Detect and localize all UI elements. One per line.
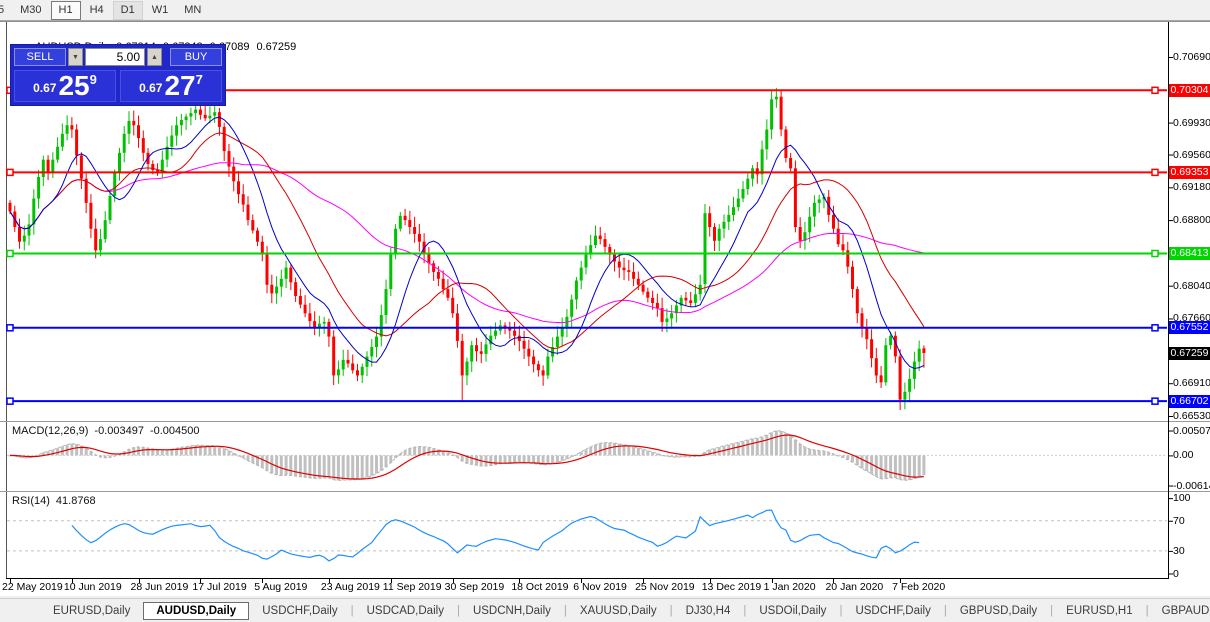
date-label: 5 Aug 2019 (254, 581, 308, 593)
y-axis-tick-label: 0.68040 (1173, 279, 1210, 292)
macd-indicator (7, 430, 1167, 481)
ma-slow-line (9, 162, 925, 324)
sell-button[interactable]: SELL (14, 48, 66, 66)
y-axis-tick-label: 0.69180 (1173, 181, 1210, 194)
date-label: 7 Feb 2020 (892, 581, 946, 593)
ma-mid-line (9, 132, 925, 350)
y-axis-tick-label: 0.66910 (1173, 377, 1210, 390)
volume-input[interactable] (85, 48, 145, 66)
rsi-label: RSI(14) 41.8768 (12, 495, 102, 507)
macd-value-main: -0.003497 (94, 425, 144, 437)
y-axis-tick-label: 0.69930 (1173, 116, 1210, 129)
date-label: 13 Dec 2019 (701, 581, 762, 593)
bid-quote-button[interactable]: 0.67 25 9 (14, 70, 116, 102)
y-axis-tick-label: 0.70690 (1173, 51, 1210, 63)
date-label: 18 Oct 2019 (511, 581, 569, 593)
volume-increase-button[interactable]: ▲ (147, 48, 162, 66)
rsi-axis-label: 70 (1173, 514, 1185, 527)
y-axis-tick-label: 0.68800 (1173, 214, 1210, 227)
time-axis-line (6, 578, 1169, 579)
rsi-title: RSI(14) (12, 495, 50, 507)
price-level-badge: 0.70304 (1169, 83, 1210, 97)
trading-terminal: 5M30H1H4D1W1MN ▲AUDUSD,Daily0.673140.673… (0, 0, 1210, 622)
ask-price-prefix: 0.67 (139, 81, 163, 95)
pane-separator-rsi[interactable] (0, 491, 1210, 492)
ohlc-close: 0.67259 (256, 41, 297, 53)
chart-tab-bar: EURUSD,Daily AUDUSD,Daily USDCHF,Daily | USD… (0, 598, 1210, 622)
date-label: 23 Aug 2019 (320, 581, 380, 593)
chart-tab-usdcnh-daily[interactable]: USDCNH,Daily (460, 602, 564, 620)
date-label: 28 Jun 2019 (130, 581, 189, 593)
rsi-line (71, 509, 920, 562)
macd-axis-label: 0.00 (1173, 449, 1194, 462)
buy-button[interactable]: BUY (170, 48, 222, 66)
volume-decrease-button[interactable]: ▼ (68, 48, 83, 66)
price-level-badge: 0.67552 (1169, 321, 1210, 335)
chart-tab-eurusd-h1[interactable]: EURUSD,H1 (1053, 602, 1145, 620)
date-label: 20 Jan 2020 (825, 581, 884, 593)
macd-axis-label: -0.006148 (1173, 479, 1210, 492)
chart-tab-eurusd-daily[interactable]: EURUSD,Daily (40, 602, 143, 620)
date-label: 30 Sep 2019 (444, 581, 505, 593)
macd-label: MACD(12,26,9) -0.003497 -0.004500 (12, 425, 206, 437)
ask-price-pip: 7 (195, 72, 203, 87)
chart-tab-gbpusd-daily[interactable]: GBPUSD,Daily (947, 602, 1050, 620)
date-label: 11 Sep 2019 (382, 581, 442, 593)
price-axis-line (1168, 22, 1169, 578)
rsi-value: 41.8768 (55, 495, 96, 507)
chart-tab-dj30-h4[interactable]: DJ30,H4 (673, 602, 744, 620)
pane-separator-macd[interactable] (0, 421, 1210, 422)
bid-price-pip: 9 (89, 72, 97, 87)
date-label: 17 Jul 2019 (192, 581, 247, 593)
y-axis-tick-label: 0.66530 (1173, 410, 1210, 422)
chart-tab-usdchf-daily[interactable]: USDCHF,Daily (842, 602, 943, 620)
macd-value-signal: -0.004500 (149, 425, 200, 437)
axis-tick-marks (10, 57, 1173, 583)
bid-price-big: 25 (58, 70, 90, 101)
candlestick-series (8, 87, 926, 410)
bid-price-prefix: 0.67 (33, 81, 57, 95)
rsi-axis-label: 100 (1173, 492, 1191, 505)
rsi-axis-label: 0 (1173, 567, 1179, 580)
chart-tab-usdoil-daily[interactable]: USDOil,Daily (746, 602, 839, 620)
chart-tab-usdcad-daily[interactable]: USDCAD,Daily (354, 602, 457, 620)
macd-axis-label: 0.005076 (1173, 424, 1210, 437)
macd-title: MACD(12,26,9) (12, 425, 89, 437)
y-axis-tick-label: 0.69560 (1173, 148, 1210, 161)
price-level-badge: 0.69353 (1169, 165, 1210, 179)
date-label: 22 May 2019 (2, 581, 63, 593)
price-level-badge: 0.68413 (1169, 247, 1210, 260)
date-label: 10 Jun 2019 (63, 581, 122, 593)
price-level-badge: 0.66702 (1169, 394, 1210, 408)
one-click-trading-panel: SELL ▼ ▲ BUY 0.67 25 9 0.67 27 7 (10, 44, 226, 106)
date-label: 1 Jan 2020 (763, 581, 816, 593)
current-price-badge: 0.67259 (1169, 346, 1210, 360)
rsi-indicator (7, 509, 1167, 562)
ask-price-big: 27 (164, 70, 196, 101)
ask-quote-button[interactable]: 0.67 27 7 (120, 70, 222, 102)
chart-tab-xauusd-daily[interactable]: XAUUSD,Daily (567, 602, 670, 620)
date-label: 25 Nov 2019 (635, 581, 695, 593)
chart-tab-gbpaud-h1[interactable]: GBPAUD,H1 (1149, 602, 1210, 620)
rsi-axis-label: 30 (1173, 544, 1185, 557)
chart-tab-usdchf-daily[interactable]: USDCHF,Daily (249, 602, 350, 620)
chart-tab-audusd-daily[interactable]: AUDUSD,Daily (143, 601, 250, 620)
date-label: 6 Nov 2019 (573, 581, 627, 593)
